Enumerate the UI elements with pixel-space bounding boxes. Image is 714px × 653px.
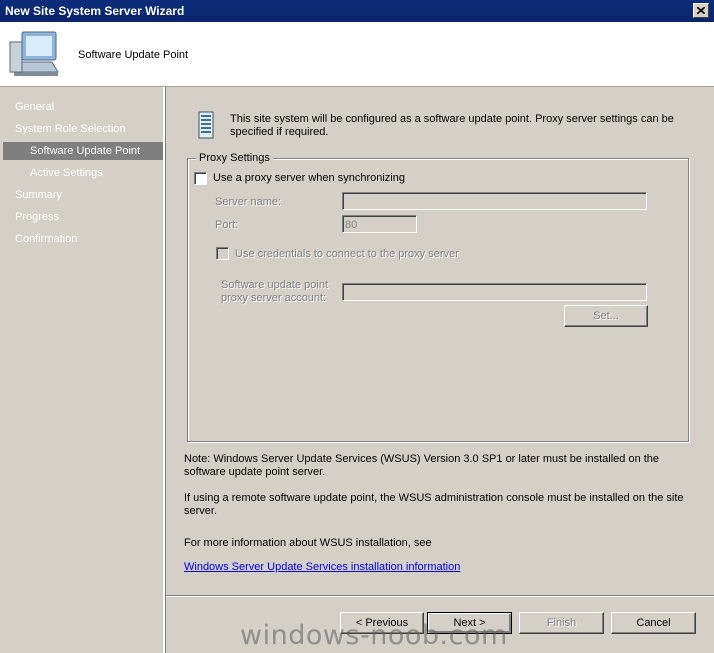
sidebar-item-software-update-point[interactable]: Software Update Point <box>3 142 163 160</box>
account-label-line2: proxy server account: <box>221 292 327 304</box>
port-field[interactable]: 80 <box>342 215 417 233</box>
sidebar-item-general[interactable]: General <box>3 98 163 116</box>
finish-button[interactable]: Finish <box>519 612 604 634</box>
sidebar-item-confirmation[interactable]: Confirmation <box>3 230 163 248</box>
footer-separator <box>166 595 714 597</box>
sidebar-item-summary[interactable]: Summary <box>3 186 163 204</box>
server-icon <box>198 111 214 139</box>
set-button[interactable]: Set... <box>564 305 648 327</box>
title-bar: New Site System Server Wizard <box>0 0 714 22</box>
server-name-label: Server name: <box>215 196 282 208</box>
port-label: Port: <box>215 219 239 231</box>
use-credentials-label: Use credentials to connect to the proxy … <box>235 248 459 260</box>
info-text: This site system will be configured as a… <box>230 113 674 138</box>
use-proxy-label: Use a proxy server when synchronizing <box>213 172 405 184</box>
page-heading: Software Update Point <box>78 49 189 61</box>
server-name-field[interactable] <box>342 192 647 210</box>
close-button[interactable] <box>693 3 709 18</box>
use-proxy-checkbox[interactable] <box>194 172 207 185</box>
proxy-settings-group: Proxy Settings Use a proxy server when s… <box>187 152 689 442</box>
wizard-content: This site system will be configured as a… <box>166 87 714 653</box>
watermark: windows-noob.com <box>240 620 508 651</box>
sidebar-item-system-role-selection[interactable]: System Role Selection <box>3 120 163 138</box>
sidebar-item-label: Active Settings <box>30 167 103 179</box>
sidebar-item-label: Summary <box>15 189 63 201</box>
sidebar-item-label: Progress <box>15 211 60 223</box>
sidebar-item-progress[interactable]: Progress <box>3 208 163 226</box>
sidebar-item-label: Confirmation <box>15 233 78 245</box>
wsus-install-info-link[interactable]: Windows Server Update Services installat… <box>184 561 460 573</box>
proxy-account-field[interactable] <box>342 283 647 301</box>
use-credentials-checkbox[interactable] <box>216 247 229 260</box>
cancel-button[interactable]: Cancel <box>611 612 696 634</box>
account-label-line1: Software update point <box>221 279 329 291</box>
computer-icon <box>9 31 59 76</box>
more-info-text: For more information about WSUS installa… <box>184 537 432 549</box>
wizard-header: Software Update Point <box>0 22 714 87</box>
proxy-settings-legend: Proxy Settings <box>196 152 273 164</box>
window-title: New Site System Server Wizard <box>5 4 185 18</box>
wizard-sidebar: General System Role Selection Software U… <box>0 87 165 653</box>
sidebar-item-label: General <box>15 101 55 113</box>
sidebar-item-label: System Role Selection <box>15 123 126 135</box>
wsus-note: Note: Windows Server Update Services (WS… <box>184 453 660 478</box>
sidebar-item-label: Software Update Point <box>30 145 141 157</box>
sidebar-item-active-settings[interactable]: Active Settings <box>3 164 163 182</box>
close-icon <box>697 7 705 14</box>
remote-console-note: If using a remote software update point,… <box>184 492 684 517</box>
